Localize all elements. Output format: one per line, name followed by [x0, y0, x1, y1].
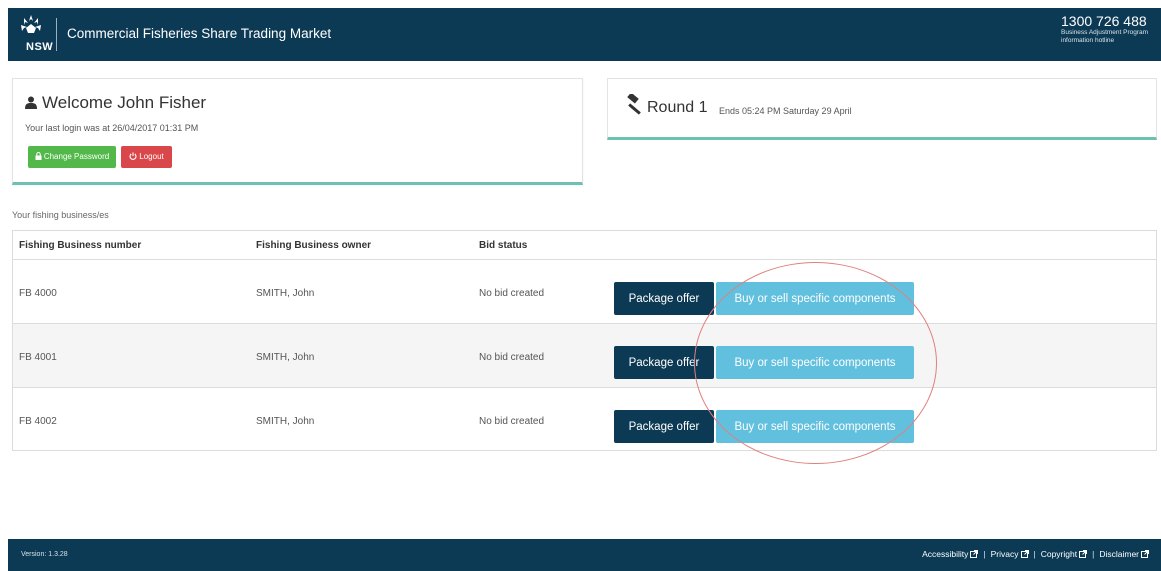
- copyright-link-label: Copyright: [1040, 549, 1078, 559]
- footer-separator: |: [1092, 549, 1095, 559]
- logout-label: Logout: [139, 152, 164, 161]
- business-owner: SMITH, John: [256, 288, 315, 299]
- fishing-business-table: Fishing Business number Fishing Business…: [12, 230, 1157, 451]
- lock-icon: [35, 152, 42, 160]
- logo-text: NSW: [26, 41, 54, 53]
- hotline-number: 1300 726 488: [1061, 13, 1147, 29]
- column-header-status: Bid status: [479, 240, 528, 251]
- disclaimer-link[interactable]: Disclaimer: [1099, 549, 1149, 559]
- round-ends-text: Ends 05:24 PM Saturday 29 April: [719, 106, 852, 116]
- business-number: FB 4000: [19, 288, 57, 299]
- version-text: Version: 1.3.28: [21, 551, 68, 558]
- header-divider: [56, 18, 57, 51]
- hotline: 1300 726 488 Business Adjustment Program…: [1061, 13, 1153, 45]
- copyright-link[interactable]: Copyright: [1040, 549, 1088, 559]
- privacy-link[interactable]: Privacy: [991, 549, 1029, 559]
- welcome-text: Welcome John Fisher: [42, 93, 207, 112]
- site-header: NSW Commercial Fisheries Share Trading M…: [8, 8, 1161, 61]
- nsw-logo[interactable]: NSW: [18, 13, 53, 53]
- external-link-icon: [970, 550, 979, 558]
- user-icon: [25, 96, 37, 109]
- business-number: FB 4001: [19, 352, 57, 363]
- business-owner: SMITH, John: [256, 416, 315, 427]
- footer-separator: |: [1033, 549, 1036, 559]
- footer-separator: |: [983, 549, 986, 559]
- business-owner: SMITH, John: [256, 352, 315, 363]
- package-offer-button[interactable]: Package offer: [614, 410, 714, 443]
- table-row: FB 4002 SMITH, John No bid created Packa…: [13, 388, 1156, 452]
- section-label: Your fishing business/es: [12, 210, 109, 220]
- external-link-icon: [1079, 550, 1088, 558]
- accessibility-link-label: Accessibility: [922, 549, 969, 559]
- table-row: FB 4000 SMITH, John No bid created Packa…: [13, 260, 1156, 324]
- bid-status: No bid created: [479, 288, 545, 299]
- change-password-label: Change Password: [43, 152, 110, 161]
- specific-components-button[interactable]: Buy or sell specific components: [716, 410, 914, 443]
- footer-links: Accessibility | Privacy | Copyright | Disclaim…: [922, 549, 1149, 559]
- site-footer: Version: 1.3.28 Accessibility | Privacy | Co…: [8, 539, 1161, 571]
- specific-components-button[interactable]: Buy or sell specific components: [716, 282, 914, 315]
- bid-status: No bid created: [479, 416, 545, 427]
- table-row: FB 4001 SMITH, John No bid created Packa…: [13, 324, 1156, 388]
- bid-status: No bid created: [479, 352, 545, 363]
- welcome-card: Welcome John Fisher Your last login was …: [12, 78, 583, 185]
- welcome-title: Welcome John Fisher: [25, 93, 206, 113]
- column-header-number: Fishing Business number: [19, 240, 142, 251]
- specific-components-button[interactable]: Buy or sell specific components: [716, 346, 914, 379]
- hotline-caption-1: Business Adjustment Program: [1061, 29, 1149, 36]
- app-title: Commercial Fisheries Share Trading Marke…: [67, 26, 332, 41]
- business-number: FB 4002: [19, 416, 57, 427]
- privacy-link-label: Privacy: [990, 549, 1019, 559]
- accessibility-link[interactable]: Accessibility: [922, 549, 979, 559]
- table-header: Fishing Business number Fishing Business…: [13, 231, 1156, 260]
- round-title: Round 1: [647, 99, 708, 116]
- package-offer-button[interactable]: Package offer: [614, 282, 714, 315]
- external-link-icon: [1020, 550, 1029, 558]
- external-link-icon: [1141, 550, 1149, 558]
- last-login-text: Your last login was at 26/04/2017 01:31 …: [25, 123, 199, 133]
- hotline-caption-2: information hotline: [1061, 37, 1115, 44]
- logout-button[interactable]: Logout: [121, 146, 172, 168]
- package-offer-button[interactable]: Package offer: [614, 346, 714, 379]
- disclaimer-link-label: Disclaimer: [1099, 549, 1139, 559]
- power-icon: [129, 152, 137, 160]
- round-card: Round 1 Ends 05:24 PM Saturday 29 April: [607, 78, 1157, 140]
- change-password-button[interactable]: Change Password: [28, 146, 116, 168]
- column-header-owner: Fishing Business owner: [256, 240, 372, 251]
- gavel-icon: [627, 94, 641, 115]
- waratah-icon: [21, 15, 41, 33]
